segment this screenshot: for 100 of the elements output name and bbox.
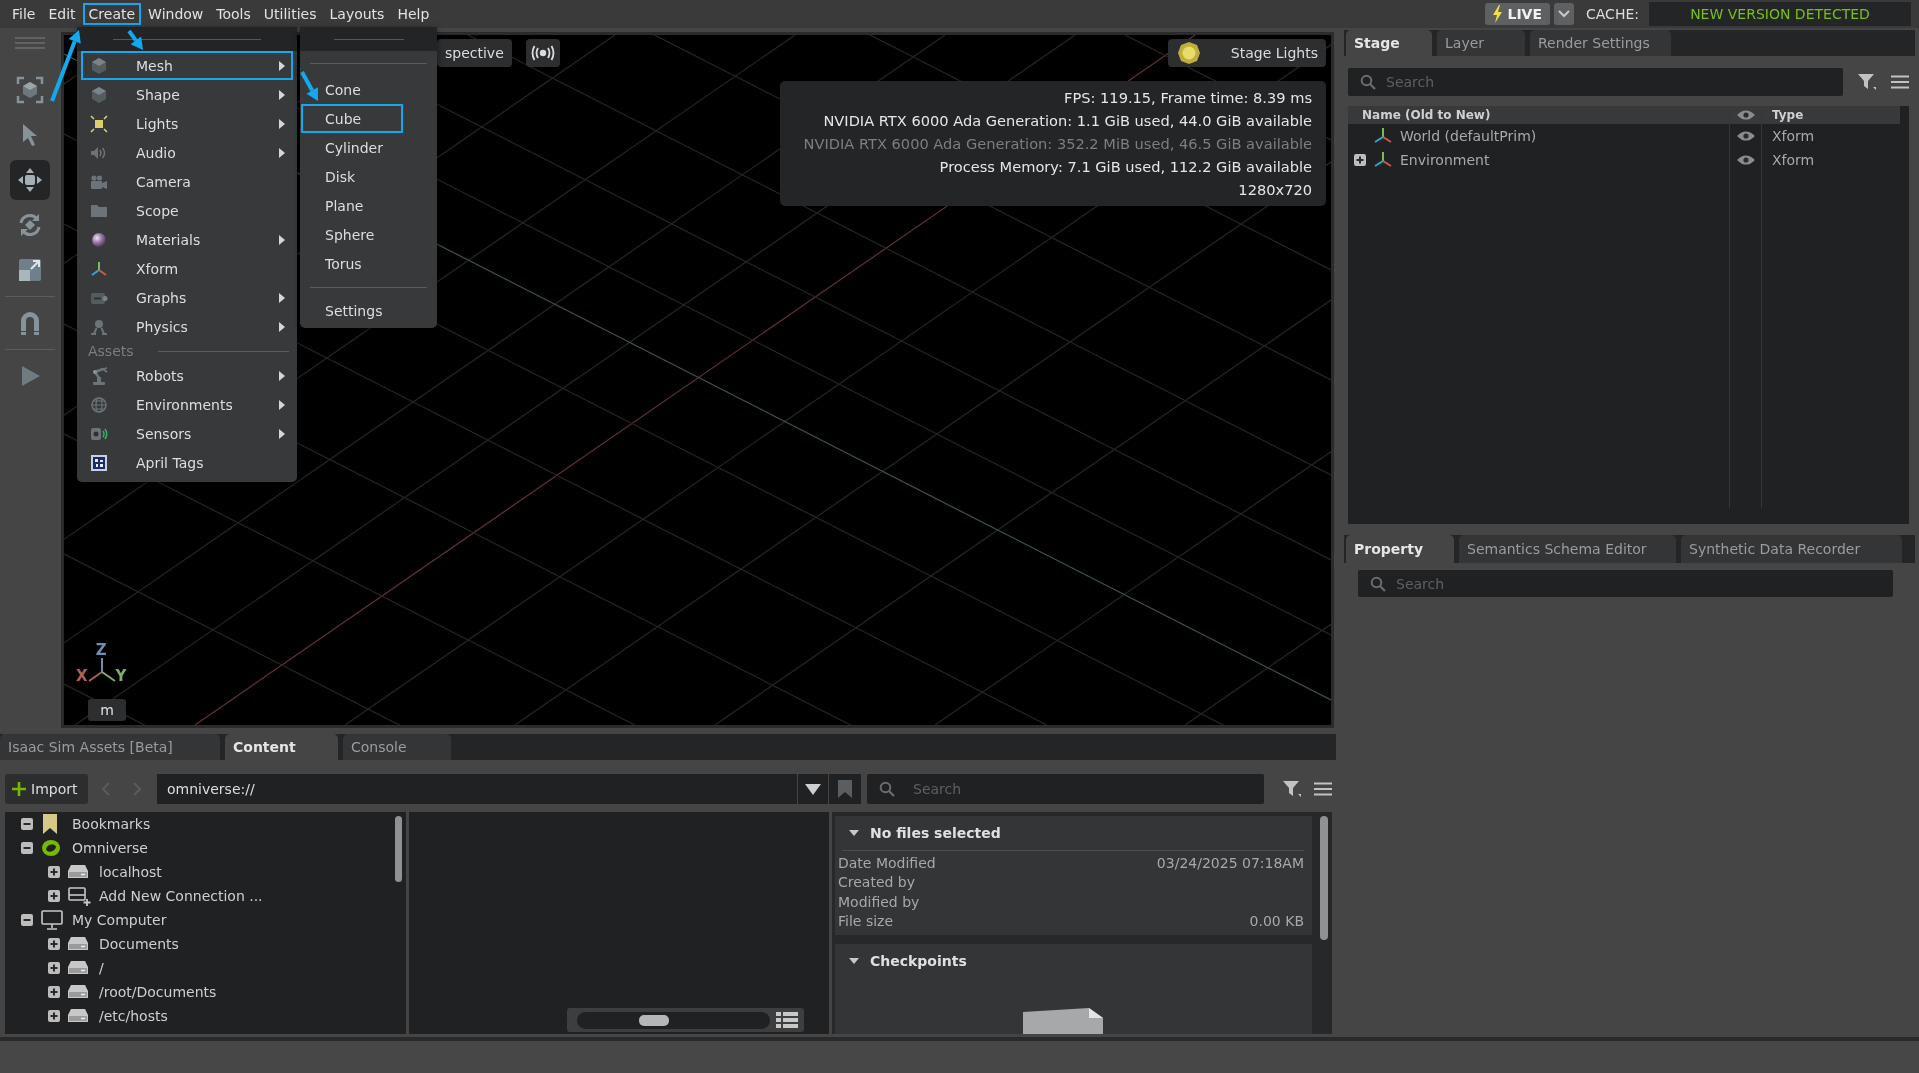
tab[interactable]: Semantics Schema Editor — [1459, 535, 1676, 563]
expand-icon[interactable] — [48, 866, 60, 878]
thumbnail-size-slider[interactable] — [577, 1011, 770, 1029]
submenu-item[interactable]: Plane — [301, 191, 403, 220]
camera-button[interactable]: spective — [437, 39, 512, 67]
expand-icon[interactable] — [48, 986, 60, 998]
collapse-icon[interactable] — [21, 842, 33, 854]
column-label: Type — [1772, 108, 1804, 122]
menu-item[interactable]: Xform — [81, 254, 293, 283]
submenu-item[interactable]: Cylinder — [301, 133, 403, 162]
tab[interactable]: Render Settings — [1530, 30, 1671, 56]
tree-item-label[interactable]: My Computer — [72, 912, 167, 928]
menu-item[interactable]: Robots — [81, 361, 293, 390]
tab[interactable]: Console — [343, 734, 451, 760]
menu-item[interactable]: Environments — [81, 390, 293, 419]
menu-bar-item[interactable]: Edit — [42, 3, 82, 25]
tree-item-label[interactable]: / — [99, 960, 104, 976]
tree-item-label[interactable]: Omniverse — [72, 840, 148, 856]
expand-icon[interactable] — [48, 938, 60, 950]
tool-button[interactable] — [9, 160, 50, 200]
column-label: Name (Old to New) — [1361, 108, 1492, 122]
menu-item[interactable]: Camera — [81, 167, 293, 196]
search-icon — [879, 780, 895, 797]
broadcast-button[interactable] — [526, 39, 560, 67]
menu-bar-item[interactable]: Utilities — [257, 3, 323, 25]
menu-bar-item[interactable]: Tools — [210, 3, 257, 25]
stats-line: NVIDIA RTX 6000 Ada Generation: 1.1 GiB used, 44.0 GiB available — [823, 111, 1312, 130]
expand-icon[interactable] — [48, 962, 60, 974]
import-button[interactable]: Import — [5, 773, 88, 804]
menu-bar-item[interactable]: Layouts — [323, 3, 391, 25]
field-label: Created by — [838, 874, 916, 891]
tab[interactable]: Isaac Sim Assets [Beta] — [0, 734, 220, 760]
grip-icon — [14, 36, 45, 50]
tear-off-bar[interactable] — [77, 27, 297, 51]
tree-item-label[interactable]: Add New Connection ... — [99, 888, 263, 904]
search-field[interactable]: Search — [1358, 570, 1893, 597]
menu-bar-item[interactable]: File — [6, 3, 42, 25]
menu-item[interactable]: Physics — [81, 312, 293, 341]
submenu-item[interactable]: Sphere — [301, 220, 403, 249]
tree-item-label[interactable]: Documents — [99, 936, 179, 952]
tab[interactable]: Stage — [1346, 30, 1432, 56]
live-button[interactable]: LIVE — [1485, 3, 1550, 25]
prim-type: Xform — [1772, 152, 1815, 168]
tree-item-label[interactable]: Bookmarks — [72, 816, 151, 832]
cube-icon — [90, 85, 108, 104]
prim-name[interactable]: World (defaultPrim) — [1400, 128, 1537, 144]
filter-icon[interactable] — [1857, 73, 1877, 91]
filter-icon[interactable] — [1282, 779, 1302, 798]
collapse-icon[interactable] — [21, 914, 33, 926]
menu-item[interactable]: April Tags — [81, 448, 293, 477]
dropdown-button[interactable] — [1554, 3, 1574, 25]
tree-item-label[interactable]: localhost — [99, 864, 162, 880]
section-header[interactable]: No files selected — [838, 820, 1308, 846]
menu-icon[interactable] — [1314, 781, 1332, 796]
menu-item[interactable]: Materials — [81, 225, 293, 254]
menu-bar-item[interactable]: Help — [391, 3, 436, 25]
scrollbar[interactable] — [1320, 816, 1328, 940]
axis-label: Y — [115, 669, 127, 684]
movie-camera-icon — [90, 172, 108, 191]
eye-icon[interactable] — [1736, 130, 1755, 142]
section-header[interactable]: Checkpoints — [838, 948, 1308, 974]
units-button[interactable]: m — [88, 699, 126, 721]
menu-icon[interactable] — [1891, 75, 1909, 89]
expand-icon[interactable] — [48, 890, 60, 902]
expand-icon[interactable] — [1354, 154, 1366, 166]
menu-item[interactable]: Lights — [81, 109, 293, 138]
tab[interactable]: Property — [1346, 535, 1454, 563]
scrollbar[interactable] — [395, 816, 402, 882]
menu-item[interactable]: Scope — [81, 196, 293, 225]
submenu-item[interactable]: Cube — [301, 104, 403, 133]
path-field[interactable]: omniverse:// — [157, 773, 797, 804]
submenu-item[interactable]: Disk — [301, 162, 403, 191]
tab[interactable]: Layer — [1437, 30, 1525, 56]
bookmark-icon — [838, 779, 852, 798]
menu-item[interactable]: Mesh — [81, 51, 293, 80]
field-value: 03/24/2025 07:18AM — [1156, 854, 1304, 871]
menu-item[interactable]: Sensors — [81, 419, 293, 448]
menu-bar-item[interactable]: Window — [142, 3, 210, 25]
menu-bar-item[interactable]: Create — [82, 3, 142, 25]
stage-lights-button[interactable]: Stage Lights — [1168, 39, 1326, 67]
collapse-icon[interactable] — [21, 818, 33, 830]
tree-item-label[interactable]: /etc/hosts — [99, 1008, 168, 1024]
dropdown-button[interactable] — [798, 773, 828, 804]
submenu-item[interactable]: Torus — [301, 249, 403, 278]
tab[interactable]: Synthetic Data Recorder — [1681, 535, 1902, 563]
menu-item[interactable]: Shape — [81, 80, 293, 109]
search-field[interactable]: Search — [1348, 68, 1843, 96]
expand-icon[interactable] — [48, 1010, 60, 1022]
submenu-item[interactable]: Settings — [301, 296, 403, 325]
menu-item[interactable]: Graphs — [81, 283, 293, 312]
menu-item[interactable]: Audio — [81, 138, 293, 167]
submenu-item[interactable]: Cone — [301, 75, 403, 104]
slider-thumb[interactable] — [639, 1014, 670, 1026]
tab[interactable]: Content — [225, 734, 338, 760]
search-field[interactable]: Search — [867, 773, 1264, 804]
axis-gizmo-icon — [87, 658, 116, 684]
list-view-icon[interactable] — [776, 1011, 798, 1029]
eye-icon[interactable] — [1736, 154, 1755, 166]
prim-name[interactable]: Environment — [1400, 152, 1490, 168]
tree-item-label[interactable]: /root/Documents — [99, 984, 217, 1000]
